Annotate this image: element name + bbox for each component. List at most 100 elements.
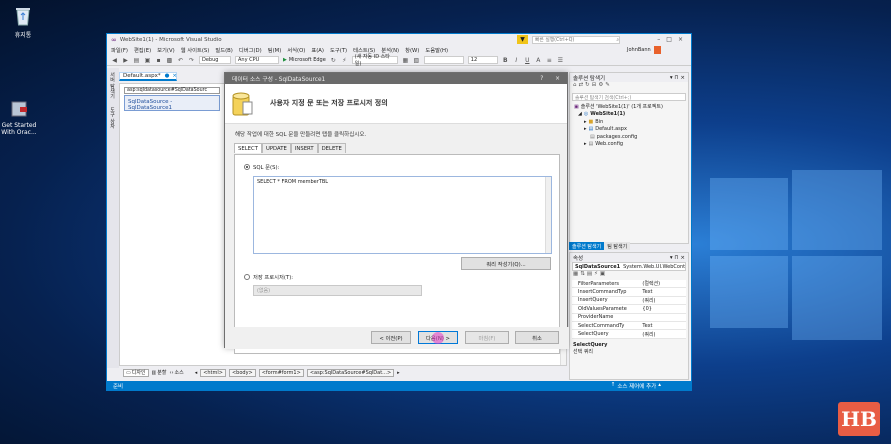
menu-tools[interactable]: 도구(T)	[330, 46, 347, 54]
list-icon[interactable]: ☰	[557, 57, 564, 64]
undo-icon[interactable]: ↶	[177, 57, 184, 64]
sql-statement-option[interactable]: SQL 문(S):	[244, 163, 279, 171]
expand-icon[interactable]: ▸	[584, 119, 587, 125]
underline-icon[interactable]: U	[524, 57, 531, 64]
wrench-icon[interactable]: ✎	[605, 82, 612, 88]
config-combo[interactable]: Debug	[199, 56, 231, 64]
expand-icon[interactable]: ▸	[584, 126, 587, 132]
tree-bin[interactable]: ▸ ■ Bin	[574, 118, 688, 126]
stored-procedure-select[interactable]: (없음)	[253, 285, 422, 296]
textarea-scrollbar[interactable]	[545, 177, 551, 253]
run-button[interactable]: ▶ Microsoft Edge	[283, 57, 326, 63]
stored-procedure-option[interactable]: 저장 프로시저(T):	[244, 273, 293, 281]
expand-icon[interactable]: ◢	[578, 111, 582, 117]
path-sqldatasource[interactable]: <asp:SqlDataSource#SqlDat...>	[306, 368, 395, 377]
pin-icon[interactable]: ●	[165, 73, 170, 79]
oracle-desktop-icon[interactable]: Get Started With Orac...	[0, 98, 39, 136]
tab-insert[interactable]: INSERT	[290, 143, 318, 153]
align-icon[interactable]: ≡	[546, 57, 553, 64]
font-size-combo[interactable]: 12	[467, 56, 498, 64]
redo-icon[interactable]: ↷	[188, 57, 195, 64]
server-explorer-tab[interactable]: 서버 탐색기	[107, 68, 118, 103]
tab-team-explorer[interactable]: 팀 탐색기	[604, 242, 631, 250]
tab-select[interactable]: SELECT	[234, 143, 262, 153]
maximize-icon[interactable]: □	[666, 36, 678, 43]
image-icon[interactable]: ▧	[413, 57, 420, 64]
platform-combo[interactable]: Any CPU	[235, 56, 279, 64]
quick-launch-input[interactable]: 빠른 실행(Ctrl+Q) ⌕	[532, 35, 620, 44]
menu-website[interactable]: 웹 사이트(S)	[181, 46, 210, 54]
table-icon[interactable]: ▦	[402, 57, 409, 64]
solution-search-input[interactable]: 솔루션 탐색기 검색(Ctrl+;)	[572, 93, 686, 101]
query-builder-button[interactable]: 쿼리 작성기(Q)...	[461, 257, 551, 270]
pane-controls-icon[interactable]: ▾ ⊓ ×	[670, 255, 685, 261]
user-name[interactable]: JohnBann	[627, 47, 651, 53]
save-all-icon[interactable]: ▩	[166, 57, 173, 64]
dialog-close-button[interactable]: ×	[555, 76, 560, 82]
tree-solution[interactable]: ▣ 솔루션 'WebSite1(1)' (1개 프로젝트)	[574, 103, 688, 111]
user-avatar[interactable]	[653, 46, 661, 54]
menu-team[interactable]: 팀(M)	[268, 46, 282, 54]
prop-row[interactable]: OldValuesParamete {0}	[572, 305, 686, 314]
refresh-icon[interactable]: ↻	[585, 82, 592, 88]
tab-update[interactable]: UPDATE	[261, 143, 291, 153]
prop-row[interactable]: FilterParameters (컬렉션)	[572, 280, 686, 289]
browser-link-icon[interactable]: ⚡	[341, 57, 348, 64]
tab-solution-explorer[interactable]: 솔루션 탐색기	[569, 242, 605, 250]
path-form[interactable]: <form#form1>	[258, 368, 304, 377]
cancel-button[interactable]: 취소	[515, 331, 559, 344]
italic-icon[interactable]: I	[513, 57, 520, 64]
forward-icon[interactable]: ▶	[122, 57, 129, 64]
bold-icon[interactable]: B	[502, 57, 509, 64]
split-view-button[interactable]: ▥ 분할	[152, 369, 167, 377]
help-button[interactable]: ?	[540, 76, 543, 82]
close-icon[interactable]: ×	[678, 36, 689, 43]
alphabetical-icon[interactable]: ⇅	[580, 271, 587, 277]
menu-debug[interactable]: 디버그(D)	[239, 46, 262, 54]
block-format-combo[interactable]: (새 자동 ID 스타일)	[351, 54, 398, 67]
toolbox-tab[interactable]: 도구 상자	[107, 103, 118, 133]
source-view-button[interactable]: ‹› 소스	[169, 369, 183, 377]
menu-table[interactable]: 표(A)	[311, 46, 324, 54]
tree-default-aspx[interactable]: ▸ ▤ Default.aspx	[574, 126, 688, 134]
prop-row[interactable]: ProviderName	[572, 314, 686, 322]
path-body[interactable]: <body>	[228, 368, 256, 377]
property-pages-icon[interactable]: ▣	[600, 271, 607, 277]
prop-row[interactable]: SelectCommandTy Text	[572, 322, 686, 331]
tree-packages-config[interactable]: ▤ packages.config	[574, 133, 688, 141]
tree-website[interactable]: ◢ ◎ WebSite1(1)	[574, 111, 688, 119]
menu-file[interactable]: 파일(F)	[111, 46, 128, 54]
notification-flag-icon[interactable]: ▼	[517, 35, 528, 44]
sql-statement-textarea[interactable]: SELECT * FROM memberTBL	[253, 176, 552, 254]
highlight-icon[interactable]: A	[535, 57, 542, 64]
pane-controls-icon[interactable]: ▾ ⊓ ×	[670, 75, 685, 81]
new-project-icon[interactable]: ▤	[133, 57, 140, 64]
finish-button[interactable]: 마침(F)	[465, 331, 509, 344]
path-left-icon[interactable]: ◂	[195, 370, 198, 376]
prop-row[interactable]: InsertQuery (쿼리)	[572, 297, 686, 306]
path-right-icon[interactable]: ▸	[397, 370, 400, 376]
sqldatasource-control[interactable]: SqlDataSource - SqlDataSource1	[124, 95, 220, 111]
menu-build[interactable]: 빌드(B)	[215, 46, 233, 54]
prop-row[interactable]: SelectQuery (쿼리)	[572, 330, 686, 339]
menu-format[interactable]: 서식(O)	[287, 46, 305, 54]
source-control-button[interactable]: ↑ 소스 제어에 추가 ▴	[611, 382, 661, 390]
recycle-bin-desktop-icon[interactable]: 휴지통	[3, 6, 43, 39]
menu-window[interactable]: 창(W)	[405, 46, 419, 54]
menu-edit[interactable]: 편집(E)	[134, 46, 151, 54]
previous-button[interactable]: < 이전(P)	[371, 331, 411, 344]
menu-view[interactable]: 보기(V)	[157, 46, 175, 54]
props-icon[interactable]: ▤	[587, 271, 594, 277]
properties-object-combo[interactable]: SqlDataSource1 System.Web.UI.WebContr	[572, 262, 686, 271]
menu-help[interactable]: 도움말(H)	[425, 46, 448, 54]
font-name-combo[interactable]	[423, 56, 464, 64]
expand-icon[interactable]: ▸	[584, 141, 587, 147]
tree-web-config[interactable]: ▸ ▤ Web.config	[574, 141, 688, 149]
refresh-icon[interactable]: ↻	[330, 57, 337, 64]
prop-row[interactable]: InsertCommandTyp Text	[572, 288, 686, 297]
sql-statement-radio[interactable]	[244, 164, 250, 170]
tab-delete[interactable]: DELETE	[317, 143, 346, 153]
minimize-icon[interactable]: –	[657, 36, 666, 43]
design-view-button[interactable]: ▭ 디자인	[123, 368, 149, 377]
save-icon[interactable]: ▪	[155, 57, 162, 64]
